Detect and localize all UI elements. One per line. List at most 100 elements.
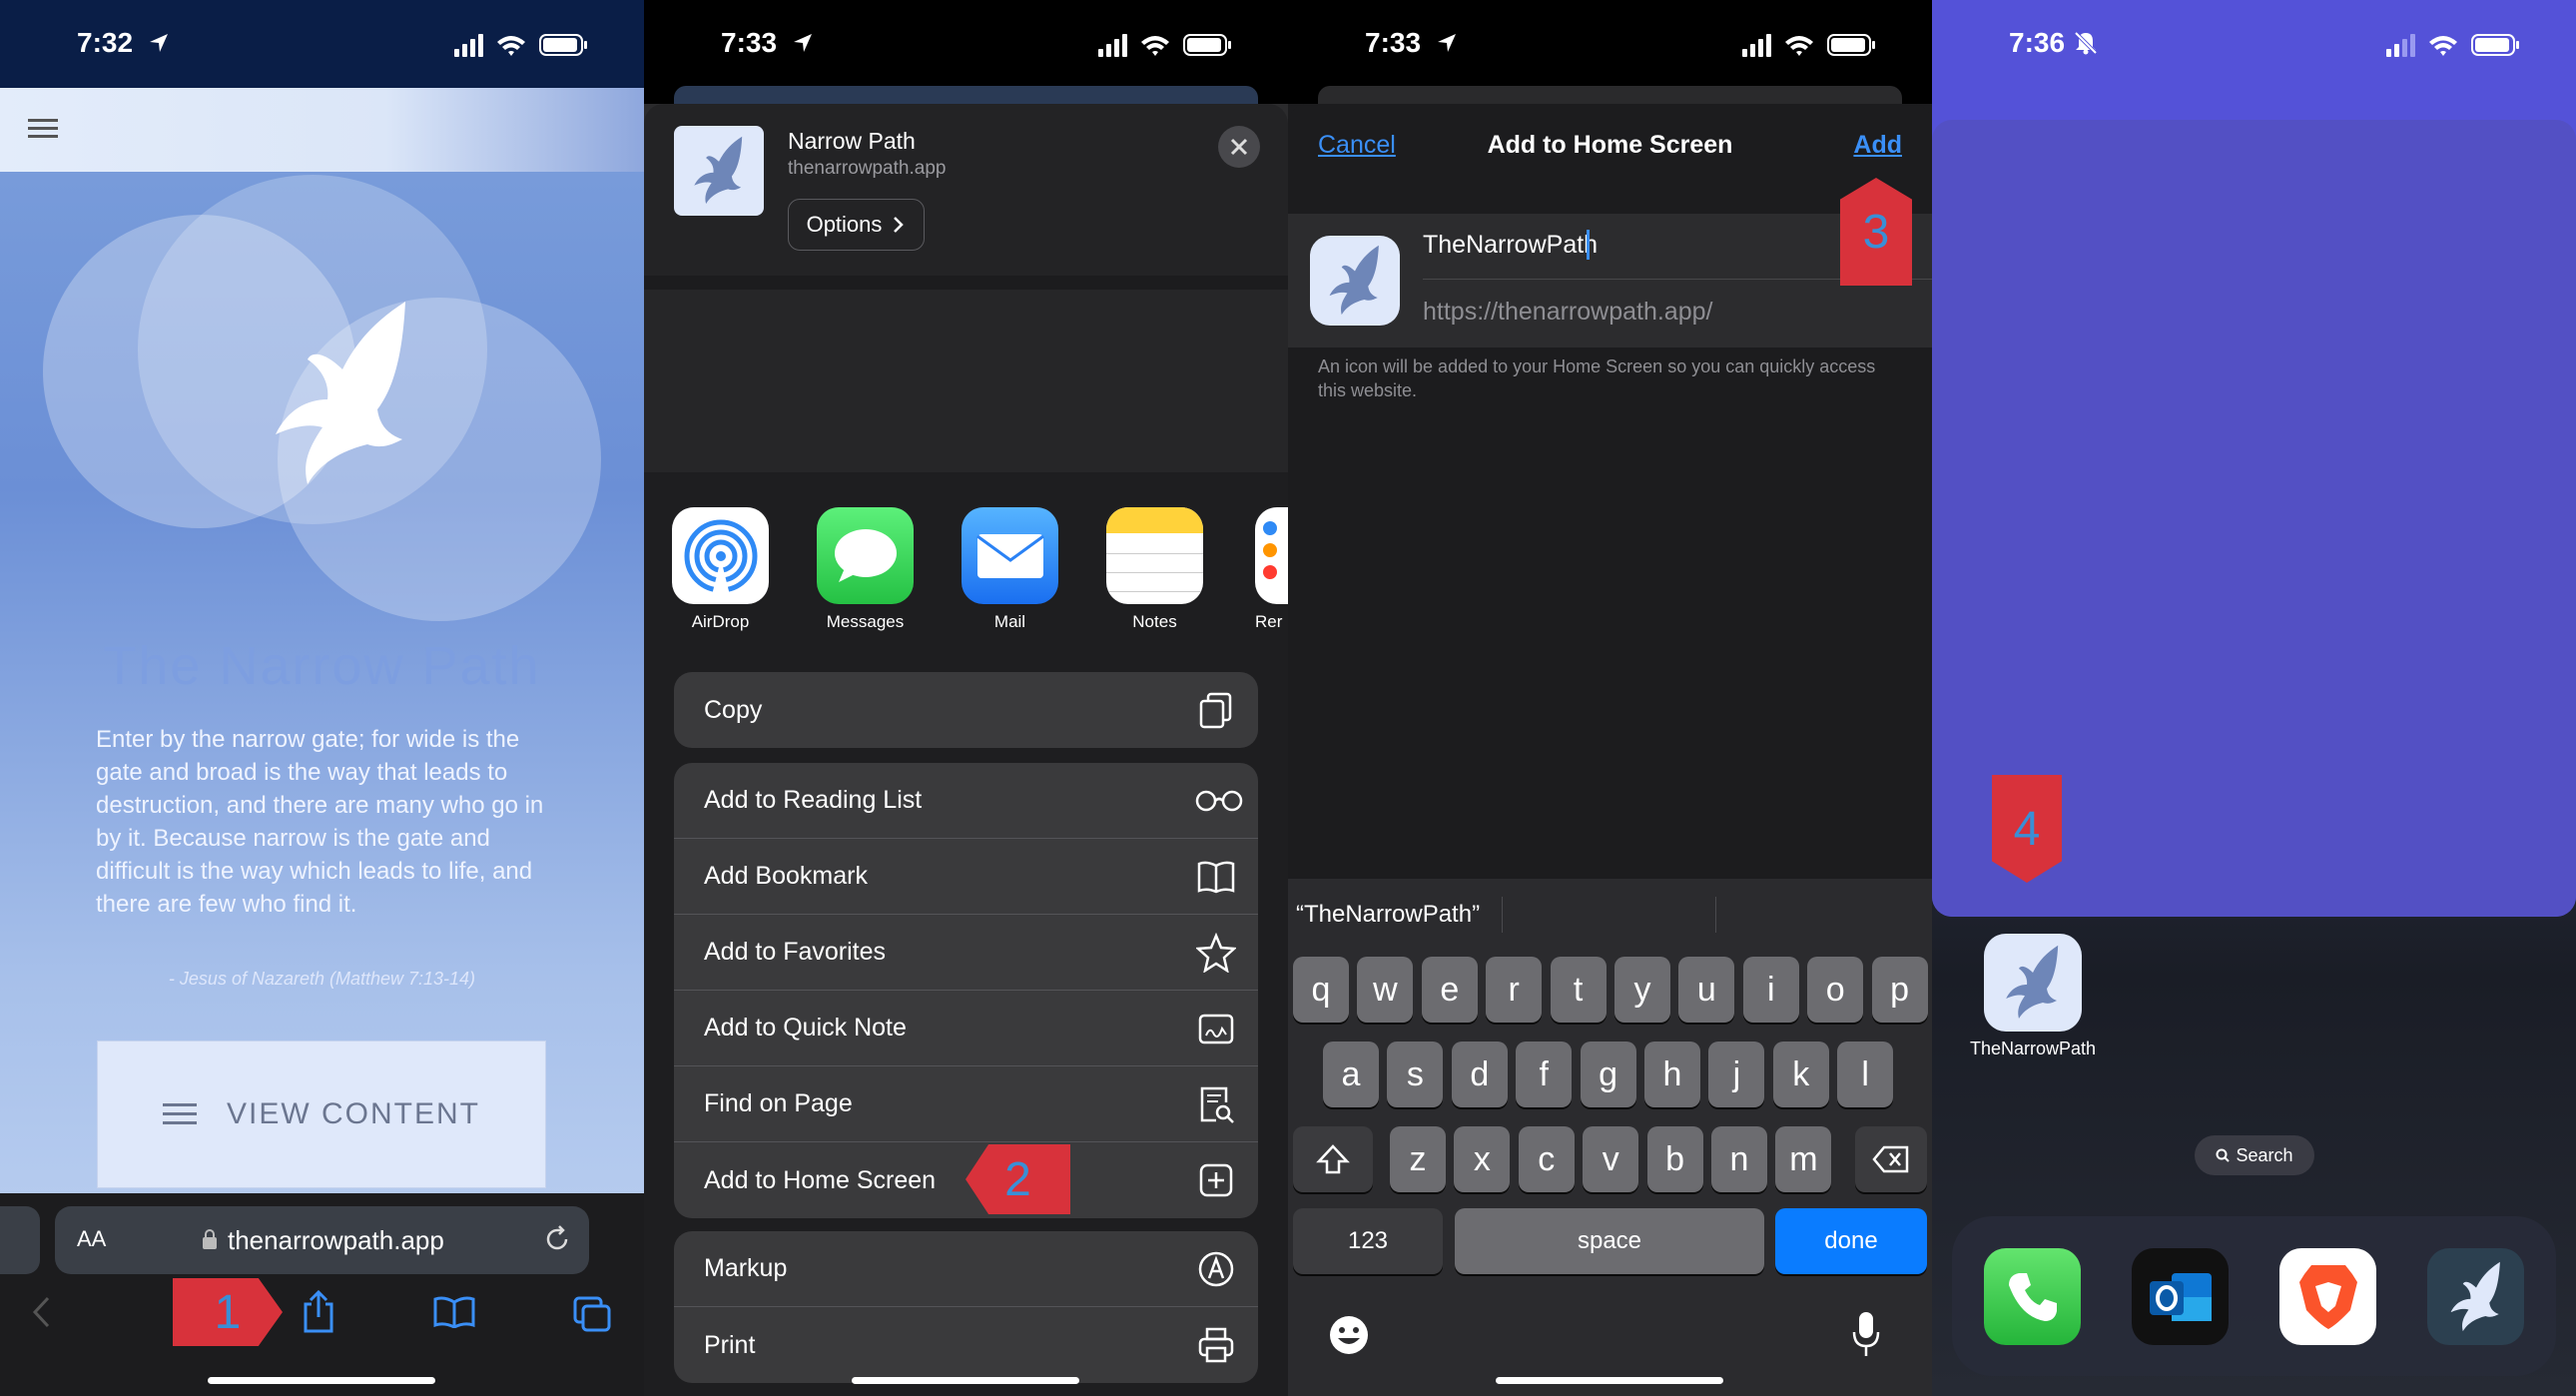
key-r[interactable]: r xyxy=(1486,957,1543,1023)
key-v[interactable]: v xyxy=(1583,1126,1639,1192)
site-thumbnail xyxy=(674,126,764,216)
key-n[interactable]: n xyxy=(1711,1126,1767,1192)
address-bar[interactable]: AA thenarrowpath.app xyxy=(55,1206,589,1274)
action-markup[interactable]: Markup xyxy=(674,1231,1258,1307)
key-j[interactable]: j xyxy=(1708,1042,1765,1107)
bookmarks-icon[interactable] xyxy=(433,1296,475,1328)
dock-brave[interactable] xyxy=(2279,1248,2376,1345)
share-app-mail[interactable]: Mail xyxy=(962,507,1058,632)
previous-tab-edge[interactable] xyxy=(0,1206,40,1274)
dove-app-icon xyxy=(2006,945,2059,1019)
messages-icon xyxy=(817,507,914,604)
status-time: 7:32 xyxy=(77,27,134,58)
action-add-to-favorites[interactable]: Add to Favorites xyxy=(674,915,1258,991)
numbers-key[interactable]: 123 xyxy=(1293,1208,1443,1274)
action-label: Add Bookmark xyxy=(704,862,868,890)
microphone-icon[interactable] xyxy=(1851,1310,1881,1358)
spotlight-search-pill[interactable]: Search xyxy=(2195,1135,2314,1175)
share-icon[interactable] xyxy=(301,1290,336,1334)
screen-1-safari-page: 7:32 The Narrow Path Enter by the narrow… xyxy=(0,0,644,1396)
back-chevron-icon[interactable] xyxy=(30,1295,54,1329)
key-t[interactable]: t xyxy=(1550,957,1607,1023)
text-cursor xyxy=(1587,230,1590,260)
action-label: Copy xyxy=(704,695,763,724)
tabs-icon[interactable] xyxy=(573,1296,611,1332)
key-k[interactable]: k xyxy=(1772,1042,1829,1107)
action-find-on-page[interactable]: Find on Page xyxy=(674,1066,1258,1142)
key-z[interactable]: z xyxy=(1390,1126,1446,1192)
close-icon xyxy=(1230,138,1248,156)
key-a[interactable]: a xyxy=(1323,1042,1379,1107)
shift-key[interactable] xyxy=(1293,1126,1373,1192)
dock-phone[interactable] xyxy=(1984,1248,2081,1345)
share-app-messages[interactable]: Messages xyxy=(817,507,914,632)
key-w[interactable]: w xyxy=(1357,957,1414,1023)
info-text: An icon will be added to your Home Scree… xyxy=(1318,356,1876,400)
view-content-button[interactable]: VIEW CONTENT xyxy=(97,1041,546,1188)
key-o[interactable]: o xyxy=(1807,957,1864,1023)
home-indicator xyxy=(1496,1377,1723,1384)
share-app-reminders[interactable]: Rer xyxy=(1255,507,1288,632)
action-add-bookmark[interactable]: Add Bookmark xyxy=(674,839,1258,915)
share-site-domain: thenarrowpath.app xyxy=(788,158,947,179)
done-key[interactable]: done xyxy=(1775,1208,1927,1274)
close-button[interactable] xyxy=(1218,126,1260,168)
key-y[interactable]: y xyxy=(1614,957,1670,1023)
action-label: Add to Favorites xyxy=(704,938,887,966)
autocorrect-suggestion[interactable]: “TheNarrowPath” xyxy=(1296,901,1480,929)
key-s[interactable]: s xyxy=(1387,1042,1444,1107)
key-i[interactable]: i xyxy=(1742,957,1799,1023)
share-app-airdrop[interactable]: AirDrop xyxy=(672,507,769,632)
key-u[interactable]: u xyxy=(1678,957,1735,1023)
home-indicator xyxy=(852,1377,1079,1384)
narrowpath-home-icon[interactable] xyxy=(1984,934,2082,1032)
key-m[interactable]: m xyxy=(1775,1126,1832,1192)
key-d[interactable]: d xyxy=(1451,1042,1508,1107)
url-field: https://thenarrowpath.app/ xyxy=(1423,298,1713,326)
screenshot-canvas: 7:32 The Narrow Path Enter by the narrow… xyxy=(0,0,2576,1396)
app-label: Messages xyxy=(826,612,905,631)
site-title: The Narrow Path xyxy=(103,636,541,696)
delete-key[interactable] xyxy=(1855,1126,1927,1192)
mail-icon xyxy=(962,507,1058,604)
key-f[interactable]: f xyxy=(1516,1042,1573,1107)
key-e[interactable]: e xyxy=(1421,957,1478,1023)
action-add-to-home-screen[interactable]: Add to Home Screen xyxy=(674,1142,1258,1218)
key-c[interactable]: c xyxy=(1518,1126,1575,1192)
key-b[interactable]: b xyxy=(1646,1126,1703,1192)
reader-aa-button[interactable]: AA xyxy=(77,1226,106,1252)
space-key[interactable]: space xyxy=(1455,1208,1764,1274)
app-label: AirDrop xyxy=(691,612,750,631)
dock-outlook[interactable] xyxy=(2132,1248,2229,1345)
share-app-notes[interactable]: Notes xyxy=(1106,507,1203,632)
key-q[interactable]: q xyxy=(1293,957,1349,1023)
action-copy[interactable]: Copy xyxy=(674,672,1258,748)
background-card xyxy=(674,86,1258,106)
share-site-title: Narrow Path xyxy=(788,128,916,154)
key-p[interactable]: p xyxy=(1871,957,1928,1023)
options-button[interactable]: Options xyxy=(788,199,925,251)
status-bar: 7:33 xyxy=(1288,0,1932,88)
emoji-icon[interactable] xyxy=(1328,1314,1370,1356)
key-x[interactable]: x xyxy=(1454,1126,1511,1192)
add-button[interactable]: Add xyxy=(1853,131,1902,160)
action-label: Find on Page xyxy=(704,1089,853,1117)
key-l[interactable]: l xyxy=(1837,1042,1894,1107)
action-add-to-reading-list[interactable]: Add to Reading List xyxy=(674,763,1258,839)
key-g[interactable]: g xyxy=(1580,1042,1636,1107)
key-h[interactable]: h xyxy=(1644,1042,1700,1107)
action-label: Add to Quick Note xyxy=(704,1014,907,1042)
cancel-button[interactable]: Cancel xyxy=(1318,131,1396,160)
dove-app-icon xyxy=(1329,245,1379,316)
action-print[interactable]: Print xyxy=(674,1307,1258,1383)
reload-icon[interactable] xyxy=(542,1224,572,1254)
dock-narrowpath[interactable] xyxy=(2427,1248,2524,1345)
hamburger-menu-icon[interactable] xyxy=(28,118,58,140)
status-time: 7:33 xyxy=(1365,27,1422,58)
app-label: Rer xyxy=(1255,612,1283,631)
action-add-to-quick-note[interactable]: Add to Quick Note xyxy=(674,991,1258,1066)
step-marker-4: 4 xyxy=(1992,775,2062,883)
phone-icon xyxy=(2008,1272,2057,1321)
dove-thumbnail-icon xyxy=(694,136,743,205)
action-group-main: Add to Reading List Add Bookmark Add to … xyxy=(674,763,1258,1218)
